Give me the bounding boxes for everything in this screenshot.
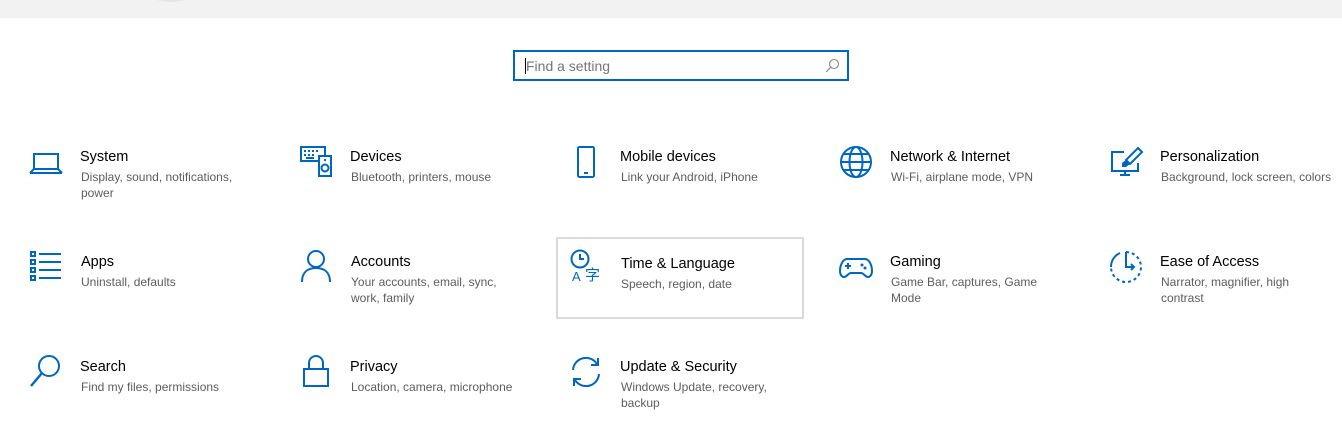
category-title: Mobile devices [620,149,716,165]
category-time-language[interactable]: A 字 Time & Language Speech, region, date [556,237,804,319]
category-title: Personalization [1160,149,1260,165]
category-system[interactable]: System Display, sound, notifications, po… [24,136,272,218]
category-title: Apps [81,254,115,270]
category-title: Update & Security [620,359,737,375]
category-title: Privacy [350,359,398,375]
magnifier-icon [30,355,60,387]
category-privacy[interactable]: Privacy Location, camera, microphone [294,346,542,428]
category-description: Location, camera, microphone [351,380,513,394]
category-personalization[interactable]: Personalization Background, lock screen,… [1104,136,1342,218]
category-description: Narrator, magnifier, high contrast [1161,275,1290,305]
ease-of-access-icon [1109,251,1142,283]
category-ease-of-access[interactable]: Ease of Access Narrator, magnifier, high… [1104,241,1342,323]
category-title: Time & Language [621,256,735,272]
app-list-icon [30,251,61,281]
category-description: Uninstall, defaults [81,275,176,289]
person-icon [301,250,331,283]
globe-icon [840,146,872,178]
category-title: Accounts [351,254,411,270]
keyboard-speaker-icon [300,146,332,177]
header-band [0,0,1342,18]
category-update-security[interactable]: Update & Security Windows Update, recove… [564,346,812,428]
text-caret [525,58,526,74]
category-title: System [80,149,129,165]
paint-monitor-icon [1111,146,1144,176]
category-devices[interactable]: Devices Bluetooth, printers, mouse [294,136,542,218]
avatar [138,0,204,2]
category-search[interactable]: Search Find my files, permissions [24,346,272,428]
time-language-icon: A 字 [570,249,600,284]
category-description: Find my files, permissions [81,380,220,394]
category-apps[interactable]: Apps Uninstall, defaults [24,241,272,323]
category-description: Windows Update, recovery, backup [621,380,767,410]
category-description: Your accounts, email, sync, work, family [351,275,497,305]
category-gaming[interactable]: Gaming Game Bar, captures, Game Mode [834,241,1082,323]
category-mobile-devices[interactable]: Mobile devices Link your Android, iPhone [564,136,812,218]
category-title: Ease of Access [1160,254,1260,270]
gamepad-icon [838,258,874,279]
category-description: Background, lock screen, colors [1161,170,1332,184]
category-title: Network & Internet [890,149,1011,165]
category-description: Game Bar, captures, Game Mode [891,275,1038,305]
sync-arrows-icon [572,356,600,388]
category-title: Devices [350,149,402,165]
svg-text:A: A [572,269,581,284]
category-network-internet[interactable]: Network & Internet Wi-Fi, airplane mode,… [834,136,1082,218]
category-description: Speech, region, date [621,277,732,291]
category-title: Search [80,359,126,375]
svg-text:字: 字 [585,266,600,284]
search-icon[interactable] [824,58,840,74]
category-description: Wi-Fi, airplane mode, VPN [891,170,1034,184]
search-box[interactable] [513,50,849,81]
category-accounts[interactable]: Accounts Your accounts, email, sync, wor… [294,241,542,323]
category-description: Display, sound, notifications, power [81,170,233,200]
search-input[interactable] [515,52,816,79]
category-description: Link your Android, iPhone [621,170,758,184]
lock-icon [303,355,329,387]
laptop-icon [29,153,63,174]
category-description: Bluetooth, printers, mouse [351,170,492,184]
phone-icon [577,146,595,178]
category-title: Gaming [890,254,941,270]
